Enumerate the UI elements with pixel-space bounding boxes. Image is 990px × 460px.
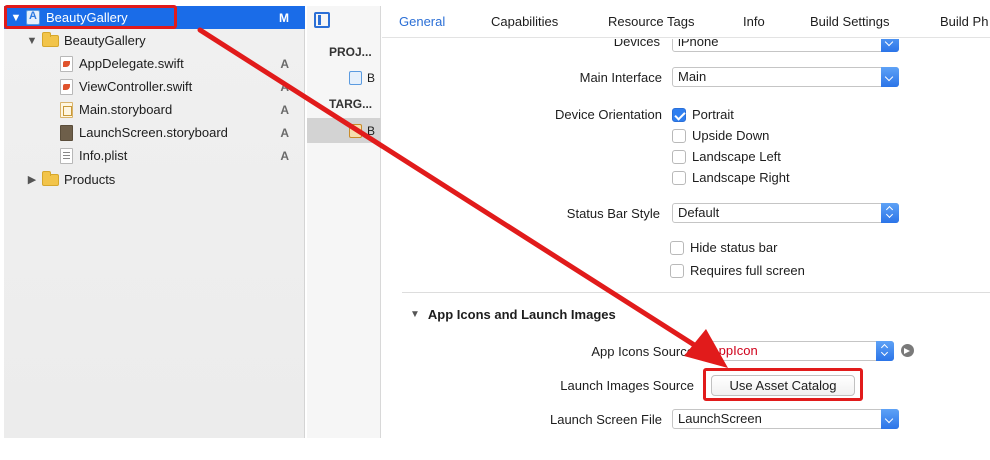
checkbox-icon[interactable]	[672, 149, 686, 164]
requires-full-screen-option[interactable]: Requires full screen	[670, 263, 805, 278]
swift-file-icon	[60, 55, 73, 72]
source-control-badge: A	[280, 125, 289, 140]
target-item-label: B	[367, 123, 376, 138]
section-title-label: App Icons and Launch Images	[427, 307, 616, 322]
main-interface-value: Main	[678, 69, 707, 84]
devices-value: iPhone	[678, 39, 719, 49]
checkbox-icon[interactable]	[670, 240, 684, 255]
source-control-badge: M	[279, 10, 289, 25]
annotation-highlight-project	[4, 5, 177, 29]
launch-images-source-label: Launch Images Source	[560, 378, 694, 393]
main-interface-label: Main Interface	[579, 70, 662, 85]
checkbox-checked-icon[interactable]	[672, 107, 686, 122]
nav-item-group[interactable]: ▶ Products	[4, 168, 305, 191]
devices-popup[interactable]: iPhone	[672, 39, 899, 52]
disclosure-down-icon[interactable]: ▼	[410, 309, 420, 320]
chevron-down-icon	[881, 67, 899, 87]
project-list-item[interactable]: B	[307, 65, 381, 90]
up-down-arrows-icon	[876, 341, 894, 361]
orientation-label: Landscape Left	[692, 149, 781, 164]
orientation-portrait[interactable]: Portrait	[672, 107, 734, 122]
tab-resource-tags[interactable]: Resource Tags	[608, 14, 694, 29]
app-icons-source-label: App Icons Source	[591, 344, 694, 359]
app-icons-section-header[interactable]: ▼ App Icons and Launch Images	[410, 307, 616, 322]
orientation-upside-down[interactable]: Upside Down	[672, 128, 769, 143]
nav-item-label: Main.storyboard	[79, 102, 173, 117]
nav-item-label: Info.plist	[79, 148, 128, 163]
checkbox-icon[interactable]	[672, 128, 686, 143]
nav-item-file[interactable]: Info.plist A	[4, 144, 305, 167]
nav-item-file[interactable]: LaunchScreen.storyboard A	[4, 121, 305, 144]
app-icons-source-value: AppIcon	[710, 343, 758, 358]
orientation-landscape-left[interactable]: Landscape Left	[672, 149, 781, 164]
nav-item-file[interactable]: Main.storyboard A	[4, 98, 305, 121]
plist-file-icon	[60, 147, 73, 164]
storyboard-file-icon	[60, 101, 73, 118]
source-control-badge: A	[280, 56, 289, 71]
tab-build-settings[interactable]: Build Settings	[810, 14, 890, 29]
nav-item-group[interactable]: ▼ BeautyGallery	[4, 29, 305, 52]
nav-item-file[interactable]: AppDelegate.swift A	[4, 52, 305, 75]
tab-build-phases[interactable]: Build Ph	[940, 14, 988, 29]
launch-screen-file-label: Launch Screen File	[549, 412, 662, 427]
project-targets-list: PROJ... B TARG... B	[307, 6, 381, 438]
source-control-badge: A	[280, 148, 289, 163]
xcode-project-icon	[349, 70, 362, 85]
checkbox-icon[interactable]	[672, 170, 686, 185]
main-interface-popup[interactable]: Main	[672, 67, 899, 87]
source-control-badge: A	[280, 102, 289, 117]
targets-section-header: TARG...	[329, 97, 373, 111]
devices-label: Devices	[613, 39, 660, 49]
sidebar-toggle-icon[interactable]	[314, 12, 330, 28]
app-icons-source-popup[interactable]: AppIcon	[704, 341, 894, 361]
project-item-label: B	[367, 70, 376, 85]
target-list-item[interactable]: B	[307, 118, 381, 143]
source-control-badge: A	[280, 79, 289, 94]
orientation-label: Portrait	[692, 107, 734, 122]
nav-item-label: Products	[64, 172, 116, 187]
orientation-landscape-right[interactable]: Landscape Right	[672, 170, 790, 185]
swift-file-icon	[60, 78, 73, 95]
tab-info[interactable]: Info	[743, 14, 765, 29]
chevron-down-icon	[881, 39, 899, 52]
status-bar-style-popup[interactable]: Default	[672, 203, 899, 223]
launch-screen-file-popup[interactable]: LaunchScreen	[672, 409, 899, 429]
project-navigator: ▼ BeautyGallery M ▼ BeautyGallery AppDel…	[4, 6, 305, 438]
nav-item-label: ViewController.swift	[79, 79, 193, 94]
nav-item-label: BeautyGallery	[64, 33, 146, 48]
device-orientation-label: Device Orientation	[555, 107, 662, 122]
section-divider	[402, 292, 990, 293]
app-target-icon	[349, 123, 362, 138]
requires-full-screen-label: Requires full screen	[690, 263, 805, 278]
up-down-arrows-icon	[881, 203, 899, 223]
disclosure-right-icon[interactable]: ▶	[26, 173, 38, 186]
orientation-label: Upside Down	[692, 128, 770, 143]
folder-icon	[42, 31, 59, 47]
orientation-label: Landscape Right	[692, 170, 790, 185]
tab-general[interactable]: General	[399, 14, 445, 29]
checkbox-icon[interactable]	[670, 263, 684, 278]
storyboard-file-icon	[60, 124, 73, 141]
annotation-highlight-button	[703, 368, 863, 401]
nav-item-label: LaunchScreen.storyboard	[79, 125, 228, 140]
nav-item-label: AppDelegate.swift	[79, 56, 184, 71]
folder-icon	[42, 170, 59, 186]
devices-row-clip: Devices iPhone	[382, 39, 990, 53]
status-bar-style-label: Status Bar Style	[566, 206, 660, 221]
hide-status-bar-option[interactable]: Hide status bar	[670, 240, 777, 255]
status-bar-style-value: Default	[678, 205, 720, 220]
disclosure-down-icon[interactable]: ▼	[26, 35, 38, 47]
tab-capabilities[interactable]: Capabilities	[491, 14, 558, 29]
hide-status-bar-label: Hide status bar	[690, 240, 778, 255]
go-arrow-icon[interactable]	[901, 344, 914, 357]
chevron-down-icon	[881, 409, 899, 429]
nav-item-file[interactable]: ViewController.swift A	[4, 75, 305, 98]
project-section-header: PROJ...	[329, 45, 372, 59]
launch-screen-file-value: LaunchScreen	[678, 411, 762, 426]
